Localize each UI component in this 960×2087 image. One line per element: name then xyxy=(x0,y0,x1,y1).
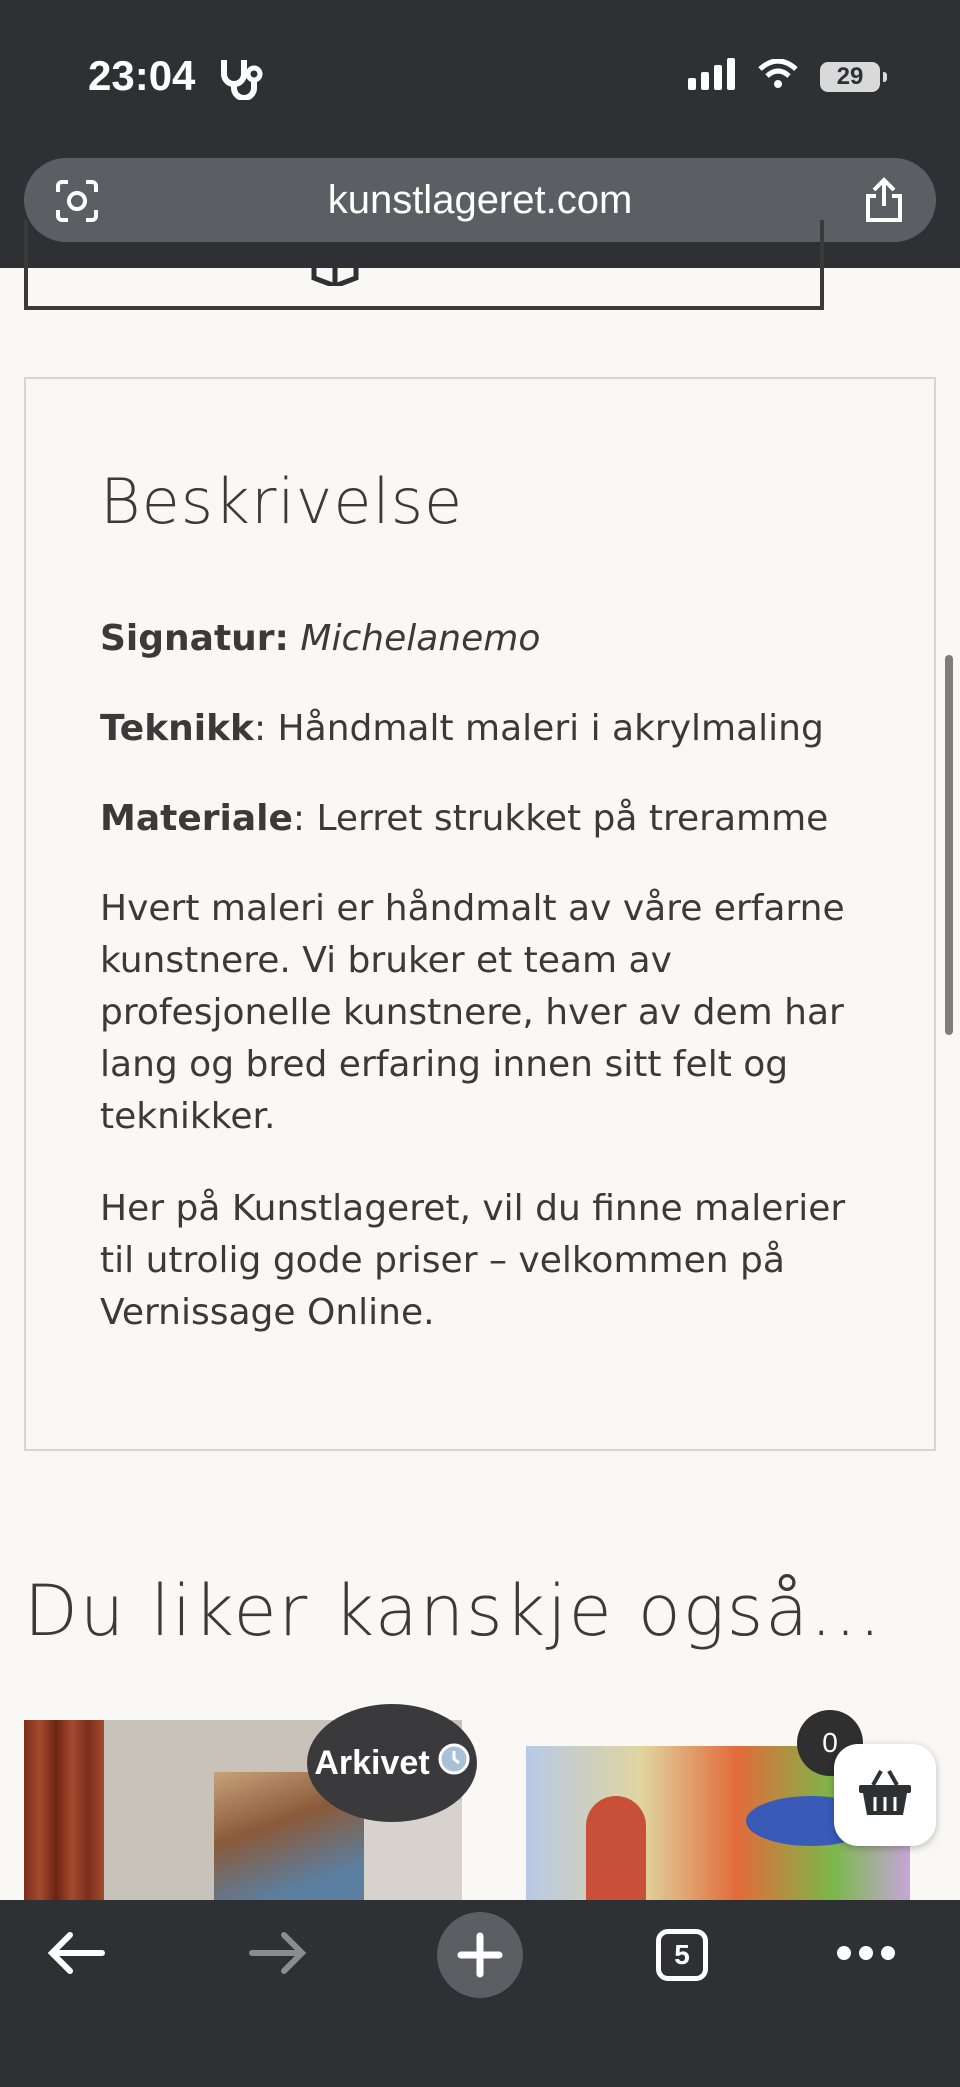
basket-icon xyxy=(857,1769,913,1822)
status-bar: 23:04 29 xyxy=(0,0,960,150)
description-paragraph-2: Her på Kunstlageret, vil du finne maleri… xyxy=(100,1188,846,1333)
scrollbar[interactable] xyxy=(945,655,953,1035)
tabs-button[interactable]: 5 xyxy=(622,1900,742,2010)
tabs-count: 5 xyxy=(656,1929,708,1981)
status-time: 23:04 xyxy=(88,52,196,99)
arrow-left-icon xyxy=(46,1931,106,1980)
arrow-right-icon xyxy=(248,1931,308,1980)
url-text: kunstlageret.com xyxy=(327,178,633,222)
description-title: Beskrivelse xyxy=(100,465,464,538)
clock-icon xyxy=(438,1743,470,1784)
cube-icon xyxy=(310,256,360,291)
description-card: Beskrivelse Signatur: Michelanemo Teknik… xyxy=(24,377,936,1451)
materiale-line: Materiale: Lerret strukket på treramme xyxy=(100,793,880,845)
teknikk-value: : Håndmalt maleri i akrylmaling xyxy=(253,708,824,749)
materiale-value: : Lerret strukket på treramme xyxy=(292,798,829,839)
materiale-label: Materiale xyxy=(100,798,293,839)
previous-section-box xyxy=(24,220,824,310)
description-paragraph-1: Hvert maleri er håndmalt av våre erfarne… xyxy=(100,888,845,1137)
browser-bottom-bar: 5 xyxy=(0,1900,960,2087)
back-button[interactable] xyxy=(16,1900,136,2010)
more-menu-button[interactable] xyxy=(806,1900,926,2010)
teknikk-label: Teknikk xyxy=(100,708,254,749)
signal-icon xyxy=(688,58,736,95)
share-icon[interactable] xyxy=(862,176,906,229)
related-title: Du liker kanskje også... xyxy=(24,1570,883,1652)
signatur-line: Signatur: Michelanemo xyxy=(100,613,880,665)
cart-button[interactable] xyxy=(834,1744,936,1846)
plus-icon xyxy=(437,1912,523,1998)
signatur-label: Signatur: xyxy=(100,618,289,659)
arkivet-badge[interactable]: Arkivet xyxy=(307,1704,477,1822)
arkivet-label: Arkivet xyxy=(314,1743,430,1782)
forward-button[interactable] xyxy=(218,1900,338,2010)
signatur-value: Michelanemo xyxy=(300,618,541,659)
battery-indicator: 29 xyxy=(820,61,887,92)
new-tab-button[interactable] xyxy=(420,1900,540,2010)
stethoscope-icon xyxy=(216,56,266,105)
teknikk-line: Teknikk: Håndmalt maleri i akrylmaling xyxy=(100,703,880,755)
wifi-icon xyxy=(758,58,798,94)
ellipsis-icon xyxy=(836,1945,896,1966)
